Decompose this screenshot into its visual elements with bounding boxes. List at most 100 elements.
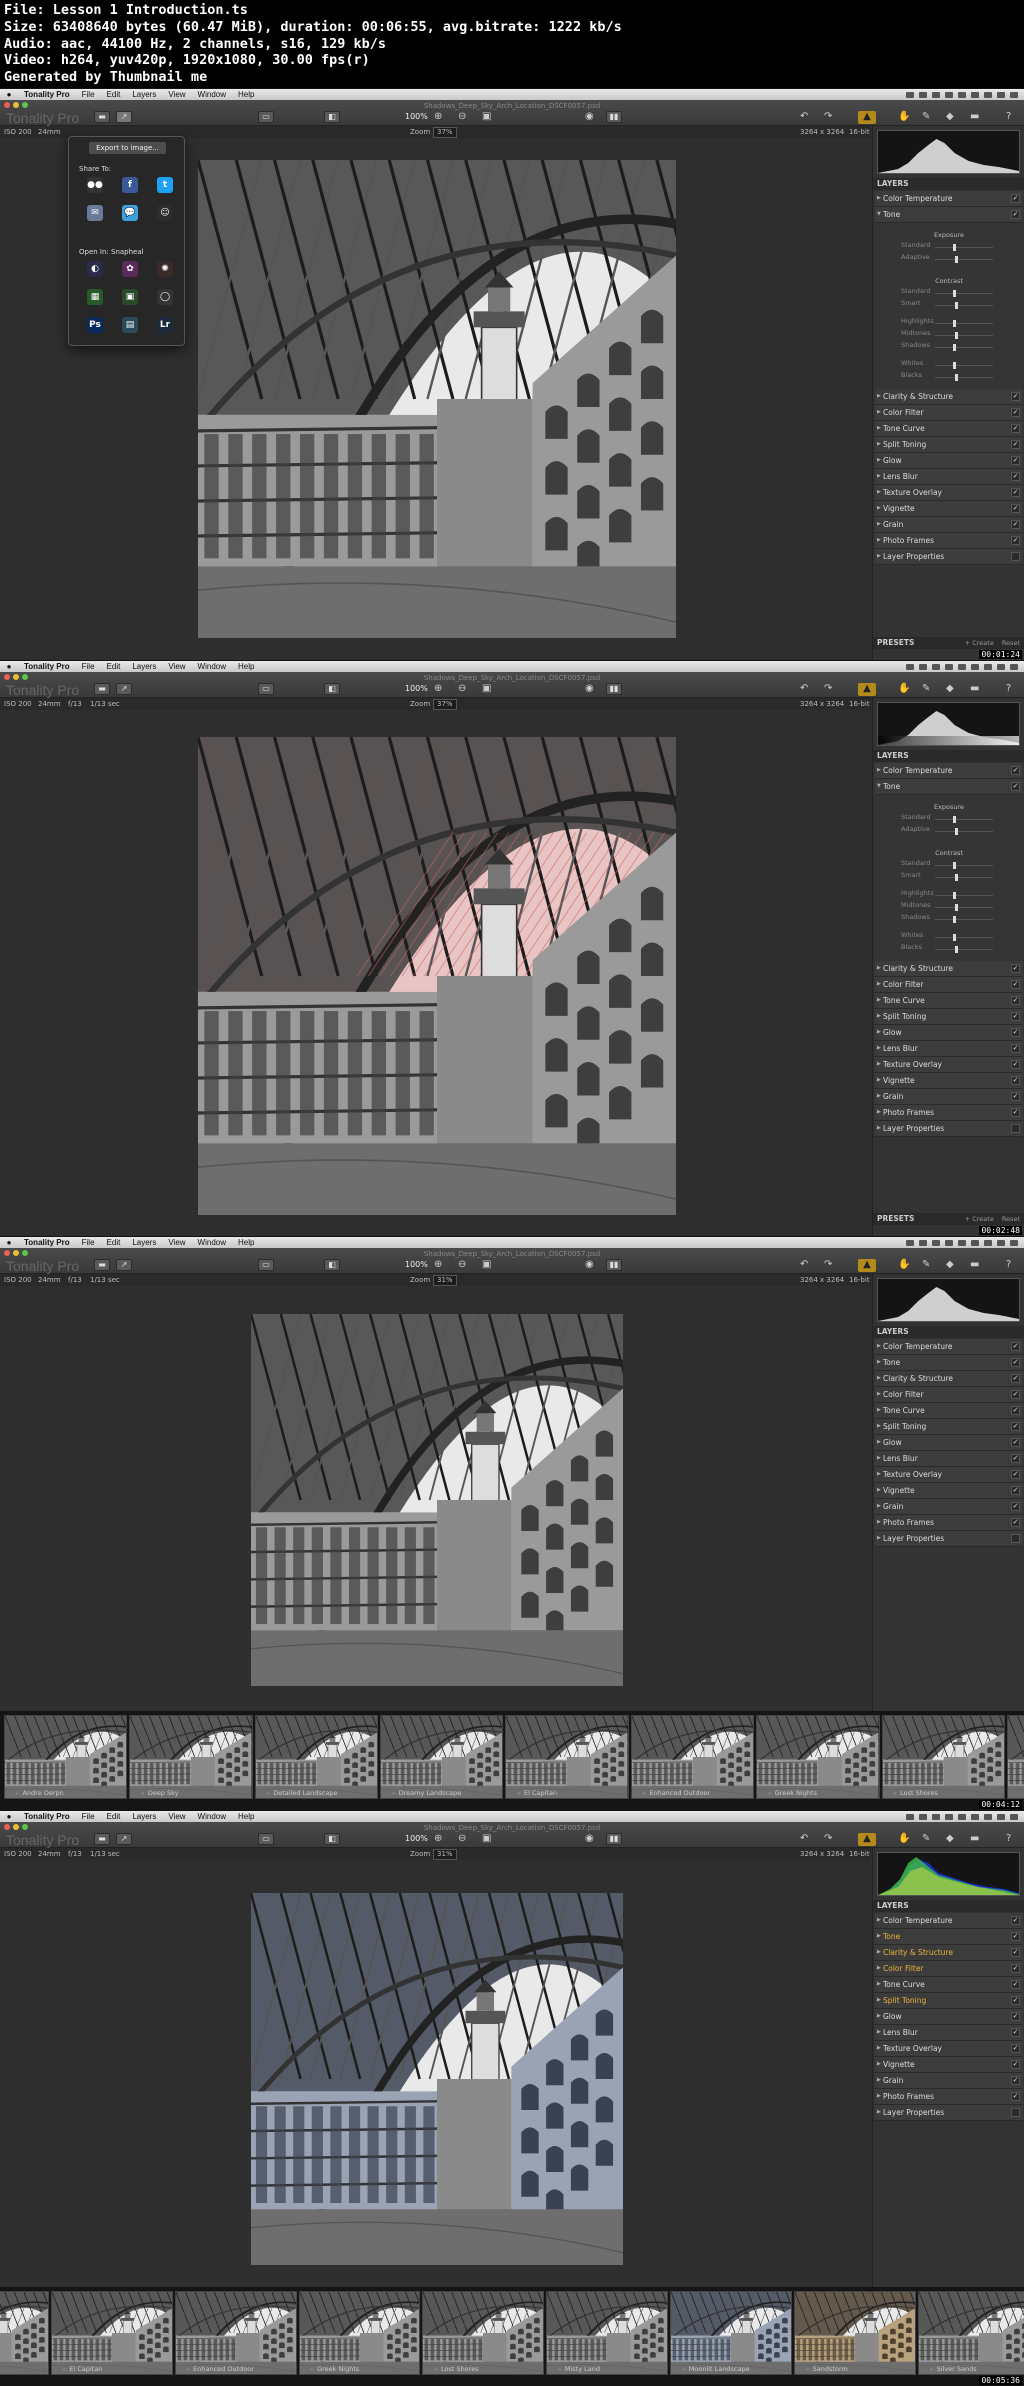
slider-knob[interactable] <box>953 934 956 941</box>
layer-enable-checkbox[interactable]: ✓ <box>1011 2012 1020 2021</box>
slider-track[interactable] <box>935 877 993 878</box>
layer-tone-curve[interactable]: ▶ Tone Curve ✓ <box>875 993 1023 1009</box>
slider-track[interactable] <box>935 819 993 820</box>
menu-view[interactable]: View <box>162 661 191 672</box>
disclosure-triangle-icon[interactable]: ▶ <box>877 977 881 992</box>
disclosure-triangle-icon[interactable]: ▶ <box>877 549 881 564</box>
menu-edit[interactable]: Edit <box>101 89 127 100</box>
redo-icon[interactable]: ↷ <box>824 1833 832 1845</box>
menu-view[interactable]: View <box>162 89 191 100</box>
preset-thumbnail[interactable]: Enhanced Outdoor <box>174 2291 297 2375</box>
disclosure-triangle-icon[interactable]: ▶ <box>877 763 881 778</box>
disclosure-triangle-icon[interactable]: ▶ <box>877 1929 881 1944</box>
disclosure-triangle-icon[interactable]: ▶ <box>877 1945 881 1960</box>
menu-layers[interactable]: Layers <box>126 89 162 100</box>
layer-grain[interactable]: ▶ Grain ✓ <box>875 2073 1023 2089</box>
layer-photo-frames[interactable]: ▶ Photo Frames ✓ <box>875 533 1023 549</box>
layer-enable-checkbox[interactable] <box>1011 2108 1020 2117</box>
zoom-level-field[interactable]: 37% <box>433 699 457 710</box>
hand-tool-icon[interactable]: ✋ <box>898 111 910 123</box>
redo-icon[interactable]: ↷ <box>824 111 832 123</box>
layer-glow[interactable]: ▶ Glow ✓ <box>875 453 1023 469</box>
disclosure-triangle-icon[interactable]: ▶ <box>877 2009 881 2024</box>
layer-tone[interactable]: ▶ Tone ✓ <box>875 1355 1023 1371</box>
slider-knob[interactable] <box>955 256 958 263</box>
status-icon[interactable] <box>997 1239 1005 1246</box>
status-icon[interactable] <box>932 1813 940 1820</box>
preview-eye-icon[interactable]: ◉ <box>585 683 594 695</box>
menu-app-name[interactable]: Tonality Pro <box>18 1811 76 1822</box>
layer-enable-checkbox[interactable]: ✓ <box>1011 2044 1020 2053</box>
layer-vignette[interactable]: ▶ Vignette ✓ <box>875 1073 1023 1089</box>
share-button[interactable]: ↗ <box>116 1833 132 1845</box>
gradient-tool-icon[interactable]: ▬ <box>970 111 979 123</box>
slider-knob[interactable] <box>953 916 956 923</box>
layer-photo-frames[interactable]: ▶ Photo Frames ✓ <box>875 1515 1023 1531</box>
hand-tool-icon[interactable]: ✋ <box>898 1833 910 1845</box>
reset-preset-button[interactable]: Reset <box>1002 639 1020 647</box>
hand-tool-icon[interactable]: ✋ <box>898 683 910 695</box>
zoom-100-button[interactable]: 100% <box>405 1260 428 1269</box>
preset-thumbnail[interactable]: Enhanced Outdoor <box>630 1715 755 1799</box>
layer-layer-properties[interactable]: ▶ Layer Properties <box>875 549 1023 565</box>
layer-split-toning[interactable]: ▶ Split Toning ✓ <box>875 1993 1023 2009</box>
layer-texture-overlay[interactable]: ▶ Texture Overlay ✓ <box>875 1057 1023 1073</box>
slider-track[interactable] <box>935 305 993 306</box>
zoom-out-icon[interactable]: ⊖ <box>458 1833 466 1845</box>
layer-tone-curve[interactable]: ▶ Tone Curve ✓ <box>875 421 1023 437</box>
disclosure-triangle-icon[interactable]: ▶ <box>877 1531 881 1546</box>
menu-file[interactable]: File <box>76 1237 101 1248</box>
disclosure-triangle-icon[interactable]: ▶ <box>877 469 881 484</box>
slider-knob[interactable] <box>953 320 956 327</box>
status-icon[interactable] <box>984 91 992 98</box>
preset-thumbnail[interactable]: Silver Sands <box>918 2291 1024 2375</box>
layer-color-temperature[interactable]: ▶ Color Temperature ✓ <box>875 1913 1023 1929</box>
menu-edit[interactable]: Edit <box>101 1811 127 1822</box>
layer-enable-checkbox[interactable]: ✓ <box>1011 1076 1020 1085</box>
menu-file[interactable]: File <box>76 661 101 672</box>
eraser-tool-icon[interactable]: ◆ <box>946 111 954 123</box>
slider-track[interactable] <box>935 247 993 248</box>
preset-thumbnail[interactable]: Dreamy Landscape <box>380 1715 504 1799</box>
preset-thumbnail[interactable]: Deep Sky <box>129 1715 253 1799</box>
menu-app-name[interactable]: Tonality Pro <box>18 89 76 100</box>
menu-file[interactable]: File <box>76 1811 101 1822</box>
status-icon[interactable] <box>958 663 966 670</box>
status-icon[interactable] <box>919 1239 927 1246</box>
disclosure-triangle-icon[interactable]: ▶ <box>877 1371 881 1386</box>
layer-texture-overlay[interactable]: ▶ Texture Overlay ✓ <box>875 1467 1023 1483</box>
zoom-100-button[interactable]: 100% <box>405 684 428 693</box>
layer-photo-frames[interactable]: ▶ Photo Frames ✓ <box>875 1105 1023 1121</box>
tone-section-contrast[interactable]: Contrast <box>875 847 1023 859</box>
layer-enable-checkbox[interactable]: ✓ <box>1011 1012 1020 1021</box>
layer-enable-checkbox[interactable]: ✓ <box>1011 194 1020 203</box>
disclosure-triangle-icon[interactable]: ▶ <box>877 485 881 500</box>
slider-knob[interactable] <box>953 290 956 297</box>
layer-enable-checkbox[interactable]: ✓ <box>1011 1422 1020 1431</box>
layer-enable-checkbox[interactable]: ✓ <box>1011 472 1020 481</box>
brush-tool-icon[interactable]: ✎ <box>922 1833 930 1845</box>
help-icon[interactable]: ? <box>1006 683 1011 695</box>
layer-lens-blur[interactable]: ▶ Lens Blur ✓ <box>875 2025 1023 2041</box>
menu-view[interactable]: View <box>162 1237 191 1248</box>
layer-clarity-structure[interactable]: ▶ Clarity & Structure ✓ <box>875 1371 1023 1387</box>
layer-enable-checkbox[interactable]: ✓ <box>1011 392 1020 401</box>
layer-split-toning[interactable]: ▶ Split Toning ✓ <box>875 1009 1023 1025</box>
status-icon[interactable] <box>984 663 992 670</box>
disclosure-triangle-icon[interactable]: ▶ <box>877 1041 881 1056</box>
layer-enable-checkbox[interactable]: ✓ <box>1011 1470 1020 1479</box>
slider-knob[interactable] <box>955 828 958 835</box>
slider-knob[interactable] <box>955 332 958 339</box>
tone-range-selector[interactable] <box>878 736 1019 745</box>
layer-texture-overlay[interactable]: ▶ Texture Overlay ✓ <box>875 2041 1023 2057</box>
status-icon[interactable] <box>945 663 953 670</box>
facebook-icon[interactable]: f <box>122 177 138 193</box>
disclosure-triangle-icon[interactable]: ▶ <box>877 2057 881 2072</box>
preset-thumbnail[interactable]: Lost Shores <box>422 2291 545 2375</box>
image-canvas[interactable] <box>0 710 871 1236</box>
image-canvas[interactable] <box>0 1860 871 2287</box>
help-icon[interactable]: ? <box>1006 1259 1011 1271</box>
reset-preset-button[interactable]: Reset <box>1002 1215 1020 1223</box>
layer-texture-overlay[interactable]: ▶ Texture Overlay ✓ <box>875 485 1023 501</box>
layer-color-filter[interactable]: ▶ Color Filter ✓ <box>875 405 1023 421</box>
